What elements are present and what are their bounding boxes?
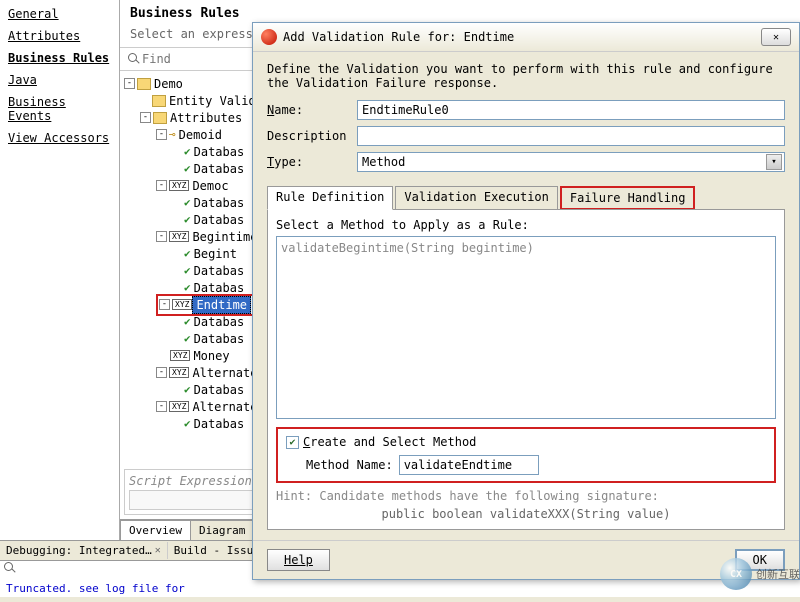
type-label: Type: [267,155,357,169]
tree-db[interactable]: Databas [191,314,248,330]
method-name-input[interactable] [399,455,539,475]
tab-diagram[interactable]: Diagram [190,520,254,540]
search-icon [128,53,140,65]
tree-db[interactable]: Databas [191,331,248,347]
type-value: Method [362,155,405,169]
dialog-titlebar[interactable]: Add Validation Rule for: Endtime ✕ [253,23,799,52]
xyz-icon: XYZ [170,350,190,361]
xyz-icon: XYZ [169,401,189,412]
dialog-title-text: Add Validation Rule for: Endtime [283,30,514,44]
check-icon: ✔ [184,247,191,260]
dialog-description: Define the Validation you want to perfor… [267,62,785,90]
nav-view-accessors[interactable]: View Accessors [0,127,119,149]
tree-db[interactable]: Databas [191,263,248,279]
xyz-icon: XYZ [169,180,189,191]
tree-db[interactable]: Databas [191,195,248,211]
tree-demoid[interactable]: Demoid [176,127,225,143]
check-icon: ✔ [184,196,191,209]
expand-icon[interactable]: - [156,401,167,412]
check-icon: ✔ [184,383,191,396]
tab-overview[interactable]: Overview [120,520,191,540]
search-icon [4,562,16,574]
tab-rule-definition[interactable]: Rule Definition [267,186,393,210]
tree-money[interactable]: Money [190,348,232,364]
tree-entity-valid[interactable]: Entity Valida [166,93,266,109]
chevron-down-icon[interactable]: ▾ [766,154,782,170]
tree-db[interactable]: Databas [191,416,248,432]
page-title: Business Rules [130,6,790,21]
expand-icon[interactable]: - [140,112,151,123]
tree-db[interactable]: Databas [191,382,248,398]
check-icon: ✔ [184,281,191,294]
add-validation-dialog: Add Validation Rule for: Endtime ✕ Defin… [252,22,800,580]
nav-business-rules[interactable]: Business Rules [0,47,119,69]
expand-icon[interactable]: - [156,180,167,191]
xyz-icon: XYZ [172,299,192,310]
folder-icon [137,78,151,90]
expand-icon[interactable]: - [124,78,135,89]
check-icon: ✔ [184,145,191,158]
nav-business-events[interactable]: Business Events [0,91,119,127]
tree-attributes[interactable]: Attributes [167,110,245,126]
script-expression-label: Script Expression [129,474,252,488]
method-name-label: Method Name: [306,458,393,472]
check-icon: ✔ [184,162,191,175]
name-label: Name: [267,103,357,117]
tab-validation-execution[interactable]: Validation Execution [395,186,558,210]
xyz-icon: XYZ [169,231,189,242]
create-method-label: Create and Select Method [303,435,476,449]
expand-icon[interactable]: - [156,367,167,378]
check-icon: ✔ [184,264,191,277]
oracle-icon [261,29,277,45]
key-icon: ⊸ [169,128,176,141]
watermark-icon: CX [720,558,752,590]
tree-endtime[interactable]: Endtime [192,296,251,314]
tree-begintime[interactable]: Begintime [189,229,260,245]
endtime-highlight: - XYZ Endtime [156,294,254,316]
name-input[interactable] [357,100,785,120]
folder-icon [152,95,166,107]
dialog-close-button[interactable]: ✕ [761,28,791,46]
check-icon: ✔ [184,332,191,345]
dialog-tabs: Rule Definition Validation Execution Fai… [267,186,785,210]
tree-db[interactable]: Databas [191,161,248,177]
check-icon: ✔ [184,315,191,328]
left-nav-panel: General Attributes Business Rules Java B… [0,0,120,540]
check-icon: ✔ [184,417,191,430]
xyz-icon: XYZ [169,367,189,378]
type-select[interactable]: Method ▾ [357,152,785,172]
method-list[interactable]: validateBegintime(String begintime) [276,236,776,419]
hint-signature: public boolean validateXXX(String value) [276,507,776,521]
tree-root[interactable]: Demo [151,76,186,92]
expand-icon[interactable]: - [156,129,167,140]
tree-db[interactable]: Databas [191,144,248,160]
description-input[interactable] [357,126,785,146]
check-icon: ✔ [184,213,191,226]
create-method-section: ✔ Create and Select Method Method Name: [276,427,776,483]
watermark-text: 创新互联 [756,566,800,582]
tree-db[interactable]: Databas [191,212,248,228]
folder-icon [153,112,167,124]
status-debugging[interactable]: Debugging: Integrated… ✕ [0,542,168,559]
create-method-checkbox[interactable]: ✔ [286,436,299,449]
help-button[interactable]: Help [267,549,330,571]
dialog-footer: Help OK [253,540,799,579]
tree-begint[interactable]: Begint [191,246,240,262]
nav-general[interactable]: General [0,3,119,25]
rule-definition-panel: Select a Method to Apply as a Rule: vali… [267,209,785,530]
expand-icon[interactable]: - [159,299,170,310]
method-list-item[interactable]: validateBegintime(String begintime) [281,241,771,255]
tab-failure-handling[interactable]: Failure Handling [560,186,696,210]
tree-democ[interactable]: Democ [189,178,231,194]
hint-text: Hint: Candidate methods have the followi… [276,489,776,503]
watermark: CX 创新互联 [720,558,800,590]
nav-java[interactable]: Java [0,69,119,91]
select-method-label: Select a Method to Apply as a Rule: [276,218,776,232]
nav-attributes[interactable]: Attributes [0,25,119,47]
expand-icon[interactable]: - [156,231,167,242]
description-label: Description [267,129,357,143]
close-icon[interactable]: ✕ [155,545,161,556]
